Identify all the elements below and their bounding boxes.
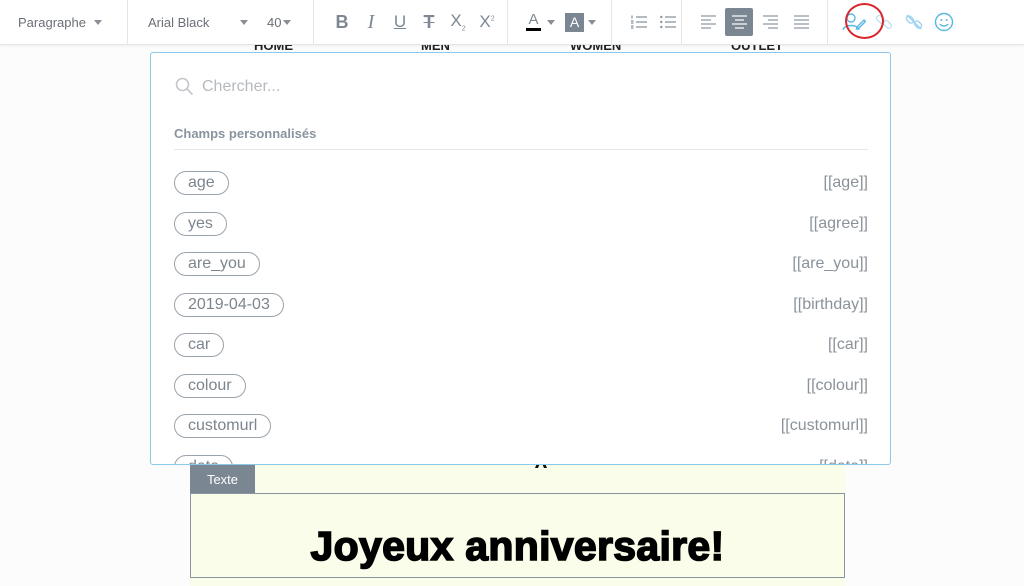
bullet-list-button[interactable] <box>655 8 682 36</box>
underline-icon: U <box>393 12 407 31</box>
field-merge-tag: [[customurl]] <box>780 417 868 435</box>
search-field[interactable] <box>175 77 502 96</box>
align-left-button[interactable] <box>694 8 722 36</box>
ordered-list-icon <box>631 15 648 29</box>
chevron-down-icon <box>283 19 292 25</box>
custom-field-row[interactable]: car [[car]] <box>174 325 868 366</box>
underline-button[interactable]: U <box>386 8 414 36</box>
email-editor: Paragraphe Arial Black 40 B I U T X2 X2 <box>0 0 1024 586</box>
field-value-chip: yes <box>174 211 227 236</box>
custom-field-row[interactable]: customurl [[customurl]] <box>174 406 868 447</box>
font-family-value: Arial Black <box>148 14 210 30</box>
field-value-chip: colour <box>174 373 246 398</box>
link-icon <box>875 14 893 30</box>
field-merge-tag: [[age]] <box>823 174 868 192</box>
bold-icon: B <box>335 11 349 32</box>
superscript-letter: X <box>479 12 491 31</box>
smiley-icon <box>934 12 954 32</box>
field-merge-tag: [[car]] <box>827 336 868 354</box>
text-block[interactable]: Joyeux anniversaire! <box>190 493 845 578</box>
align-justify-icon <box>793 15 809 29</box>
field-merge-tag: [[colour]] <box>806 376 868 394</box>
align-right-icon <box>762 15 778 29</box>
field-value-chip: age <box>174 171 229 196</box>
text-color-dropdown[interactable]: A <box>526 11 555 31</box>
text-color-swatch <box>526 28 541 31</box>
personalization-button[interactable] <box>840 8 868 36</box>
field-value-chip: are_you <box>174 252 260 277</box>
field-merge-tag: [[agree]] <box>809 214 868 232</box>
custom-field-row[interactable]: 2019-04-03 [[birthday]] <box>174 285 868 326</box>
text-color-icon: A <box>526 11 541 31</box>
chevron-down-icon <box>240 19 248 25</box>
paragraph-style-group: Paragraphe <box>0 0 128 44</box>
strikethrough-icon: T <box>423 11 435 32</box>
highlight-color-dropdown[interactable]: A <box>565 12 596 32</box>
emoji-button[interactable] <box>930 8 958 36</box>
subscript-button[interactable]: X2 <box>444 8 472 36</box>
field-value-chip: data <box>174 454 234 464</box>
custom-fields-popup: Champs personnalisés age [[age]] yes [[agre… <box>150 52 891 465</box>
custom-field-row[interactable]: data [[data]] <box>174 447 868 464</box>
formatting-toolbar: Paragraphe Arial Black 40 B I U T X2 X2 <box>0 0 1024 45</box>
section-title: Champs personnalisés <box>174 126 317 141</box>
insert-group <box>828 0 958 44</box>
remove-link-button[interactable] <box>900 8 928 36</box>
field-value-chip: customurl <box>174 414 272 439</box>
align-left-icon <box>700 15 716 29</box>
alignment-group <box>682 0 828 44</box>
font-group: Arial Black 40 <box>128 0 314 44</box>
superscript-button[interactable]: X2 <box>473 8 501 36</box>
italic-icon: I <box>367 10 375 33</box>
unlink-icon <box>905 14 923 30</box>
field-merge-tag: [[birthday]] <box>793 295 868 313</box>
align-right-button[interactable] <box>756 8 784 36</box>
search-input[interactable] <box>202 77 502 96</box>
text-color-letter: A <box>528 11 539 28</box>
superscript-icon: X2 <box>479 12 495 31</box>
bullet-list-icon <box>659 15 676 29</box>
field-value-chip: car <box>174 333 225 358</box>
align-justify-button[interactable] <box>787 8 815 36</box>
highlight-color-icon: A <box>565 12 584 32</box>
subscript-icon: X2 <box>450 11 466 33</box>
user-edit-icon <box>842 13 866 31</box>
custom-fields-list: age [[age]] yes [[agree]] are_you [[are_you]]… <box>174 163 868 464</box>
color-group: A A <box>508 0 612 44</box>
chevron-down-icon <box>588 19 596 25</box>
paragraph-style-value: Paragraphe <box>18 14 86 30</box>
chevron-down-icon <box>93 19 102 25</box>
ordered-list-button[interactable] <box>626 8 653 36</box>
strikethrough-button[interactable]: T <box>415 8 443 36</box>
list-group <box>612 0 682 44</box>
search-icon <box>175 77 194 96</box>
field-merge-tag: [[are_you]] <box>792 255 868 273</box>
field-value-chip: 2019-04-03 <box>174 292 284 317</box>
paragraph-style-dropdown[interactable]: Paragraphe <box>18 15 102 30</box>
font-size-dropdown[interactable]: 40 <box>267 14 292 30</box>
custom-field-row[interactable]: yes [[agree]] <box>174 204 868 245</box>
chevron-down-icon <box>547 19 555 25</box>
text-block-container: Texte Joyeux anniversaire! <box>190 465 845 586</box>
field-merge-tag: [[data]] <box>819 458 868 464</box>
font-family-dropdown[interactable]: Arial Black <box>148 15 248 30</box>
custom-field-row[interactable]: colour [[colour]] <box>174 366 868 407</box>
insert-link-button[interactable] <box>870 8 898 36</box>
section-divider <box>174 149 868 150</box>
custom-field-row[interactable]: age [[age]] <box>174 163 868 204</box>
custom-field-row[interactable]: are_you [[are_you]] <box>174 244 868 285</box>
text-format-group: B I U T X2 X2 <box>314 0 508 44</box>
italic-button[interactable]: I <box>357 8 385 36</box>
font-size-value: 40 <box>267 14 282 30</box>
block-type-label[interactable]: Texte <box>190 465 255 493</box>
align-center-icon <box>731 15 747 29</box>
align-center-button[interactable] <box>725 8 753 36</box>
subscript-letter: X <box>450 11 462 31</box>
bold-button[interactable]: B <box>328 8 356 36</box>
text-block-content[interactable]: Joyeux anniversaire! <box>310 522 725 570</box>
